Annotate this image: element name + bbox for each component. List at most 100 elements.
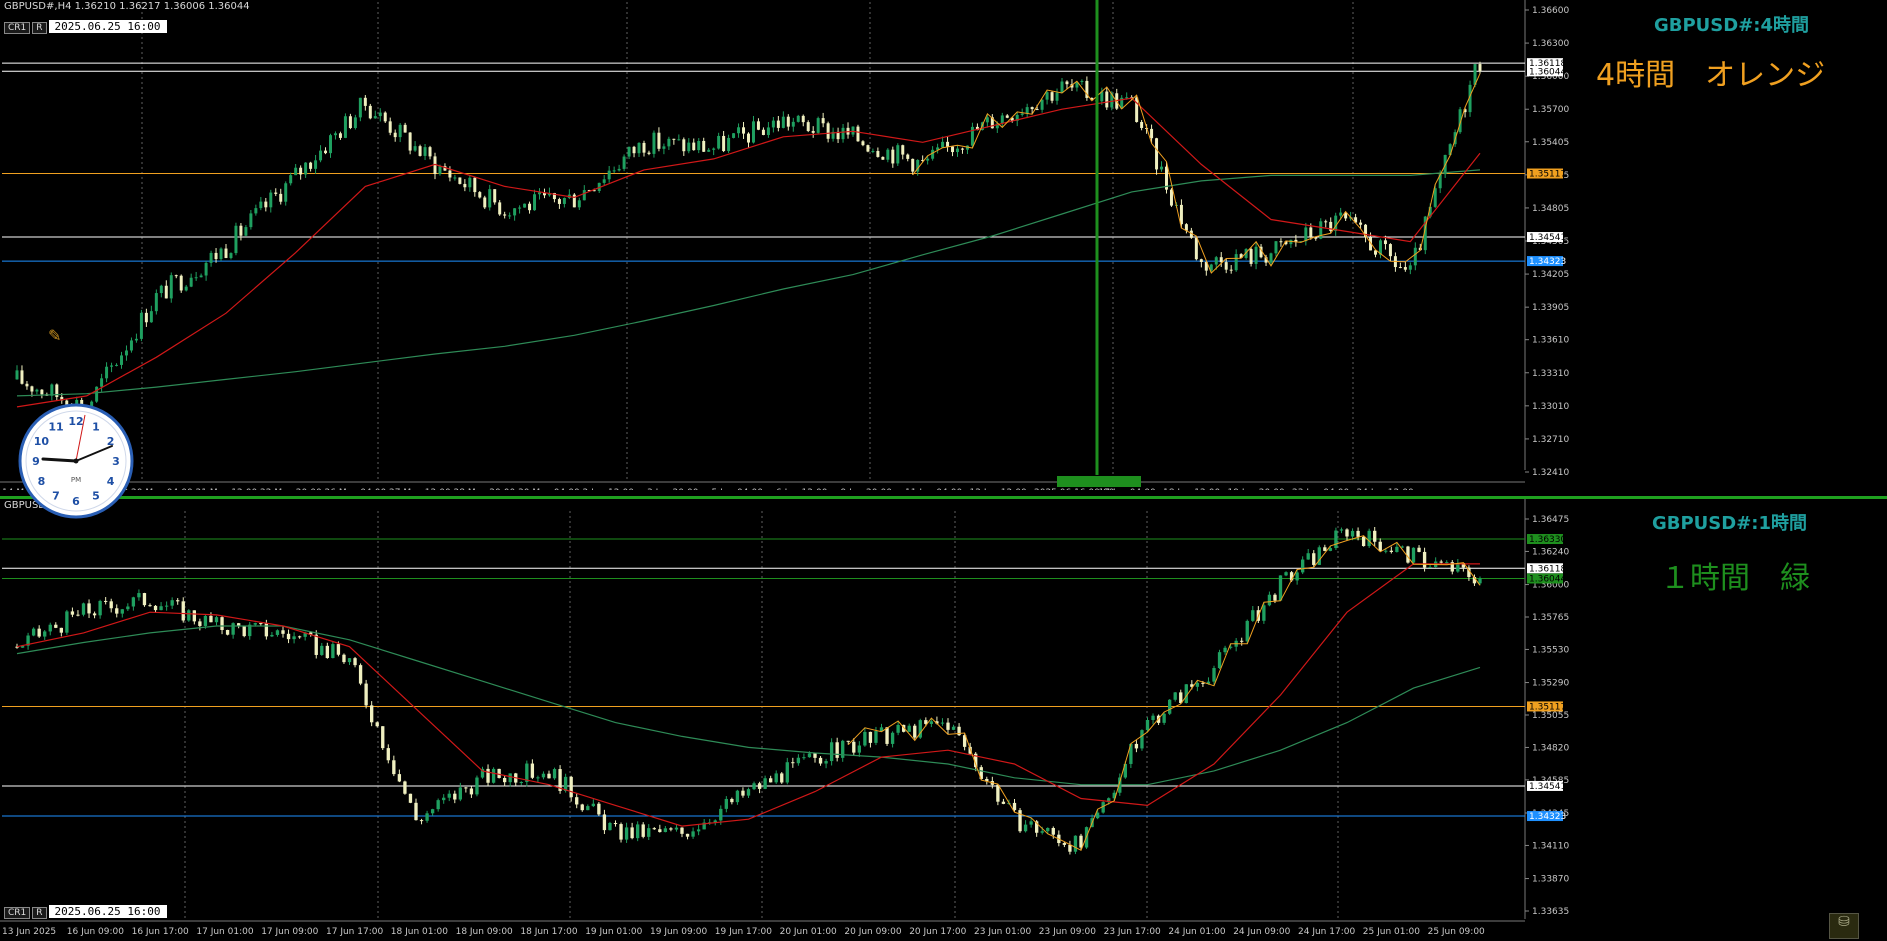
h4-candle-body — [209, 252, 213, 263]
h1-candle-body — [647, 828, 651, 837]
h4-candle-body — [1309, 227, 1313, 238]
h1-candle — [331, 641, 335, 659]
h1-candle-body — [131, 597, 136, 607]
h4-price-tick-label: 1.34205 — [1532, 270, 1569, 280]
h4-candle — [751, 115, 755, 144]
h4-header: GBPUSD#,H4 1.36210 1.36217 1.36006 1.360… — [4, 1, 250, 12]
h4-candle-body — [478, 192, 482, 198]
h1-chart-canvas[interactable]: 1.364751.362401.360001.357651.355301.352… — [0, 499, 1887, 939]
h4-candle-body — [383, 112, 387, 122]
h4-candle-body — [179, 275, 183, 291]
h1-candle-body — [270, 634, 274, 637]
h4-candle — [1289, 239, 1293, 248]
h4-candle — [194, 271, 198, 281]
clock-number: 12 — [68, 415, 83, 428]
h1-candle-body — [658, 829, 662, 833]
h4-candle-body — [35, 389, 39, 392]
h1-price-tick-label: 1.36240 — [1532, 547, 1569, 557]
h4-price-tick-label: 1.33010 — [1532, 402, 1569, 412]
h4-candle — [547, 187, 551, 197]
h1-candle-body — [774, 773, 778, 783]
h4-candle — [901, 144, 905, 160]
crosshair-tool-icon[interactable]: ✎ — [48, 326, 61, 345]
h1-candle — [1023, 820, 1028, 833]
h4-tag-cr1[interactable]: CR1 — [4, 22, 31, 34]
h1-time-tick-label: 20 Jun 17:00 — [909, 927, 966, 937]
h1-time-tick-label: 19 Jun 09:00 — [650, 927, 707, 937]
h1-candle — [87, 599, 91, 619]
h4-candle-body — [508, 215, 512, 217]
h1-candle-body — [1378, 541, 1382, 552]
analog-clock-widget[interactable]: 12 1 2 3 4 5 6 7 8 9 10 11 PM — [17, 402, 135, 520]
h1-candle-body — [807, 753, 812, 758]
h4-candle — [747, 132, 750, 148]
h1-candle-body — [292, 636, 296, 640]
h1-candle — [586, 804, 590, 811]
h1-candle-body — [796, 757, 801, 764]
h4-candle-body — [602, 179, 606, 183]
h1-candle — [1134, 740, 1139, 753]
h1-candle — [774, 770, 778, 784]
h4-candle — [333, 131, 337, 140]
h1-tag-cr1[interactable]: CR1 — [4, 907, 31, 919]
h4-candle-body — [1398, 267, 1402, 269]
h4-candle — [413, 141, 417, 152]
h4-candle-body — [304, 162, 308, 175]
h1-candle — [1456, 558, 1460, 573]
h1-candle — [1173, 691, 1177, 702]
h1-candle — [297, 635, 302, 639]
h1-chart-pane[interactable]: 1.36475 1.36240 1.36000 1.35765 1.35530 1.352… — [0, 496, 1887, 939]
h4-candle — [1388, 243, 1392, 262]
h1-candle-body — [264, 623, 269, 637]
h1-candle-body — [419, 820, 424, 822]
h4-time-tick-label: 12 Jun 12:00 — [970, 488, 1027, 490]
h4-candle-body — [1060, 81, 1064, 93]
h4-candle-body — [309, 162, 313, 169]
h4-candle — [478, 190, 482, 199]
h1-candle — [680, 827, 684, 838]
h1-candle-body — [730, 798, 734, 803]
h1-candle-body — [1040, 831, 1044, 833]
h1-candle-body — [503, 777, 507, 783]
h1-candle — [547, 770, 551, 779]
h1-candle — [552, 767, 557, 780]
h4-tag-r[interactable]: R — [32, 22, 47, 34]
h1-candle — [1073, 835, 1078, 855]
h1-ma-fast-line — [16, 563, 1480, 827]
chart-tool-corner-button[interactable]: ⛁ — [1829, 913, 1859, 939]
h4-candle-body — [174, 275, 178, 277]
h1-candle — [1306, 548, 1310, 560]
h1-candle — [70, 607, 75, 618]
h4-candle-body — [617, 168, 621, 171]
h4-candle — [1199, 258, 1203, 268]
h1-candle-body — [1422, 551, 1427, 568]
h4-candle — [338, 131, 342, 140]
h1-candle-body — [519, 782, 523, 784]
h4-time-tick-label: 18 Jun 12:00 — [1163, 488, 1220, 490]
h4-candle — [20, 365, 24, 385]
h1-candle — [131, 596, 136, 611]
h1-candle — [536, 775, 540, 783]
h1-candle-body — [392, 760, 396, 775]
h1-candle — [735, 789, 740, 805]
h1-candle-body — [769, 778, 773, 783]
h1-candle-body — [541, 773, 546, 778]
h1-candle — [1411, 547, 1416, 565]
h4-candle — [702, 137, 706, 153]
h1-price-tick-label: 1.36475 — [1532, 515, 1569, 525]
h4-candle — [483, 195, 487, 210]
h1-tag-r[interactable]: R — [32, 907, 47, 919]
h1-candle — [608, 821, 612, 831]
h4-candle — [1169, 188, 1173, 207]
h4-candle — [1324, 219, 1328, 228]
h4-candle-body — [871, 151, 875, 153]
h1-candles — [15, 526, 1482, 855]
h4-candle-body — [388, 121, 392, 133]
h1-candle-body — [87, 603, 91, 614]
h4-candle-body — [632, 146, 636, 154]
h4-candle-body — [891, 149, 895, 164]
h1-candle — [530, 759, 535, 780]
h1-candle-body — [1395, 546, 1399, 552]
h4-candle — [1274, 241, 1278, 257]
h4-chart-pane[interactable]: 1.366001.363001.360001.357001.354051.351… — [0, 0, 1887, 490]
